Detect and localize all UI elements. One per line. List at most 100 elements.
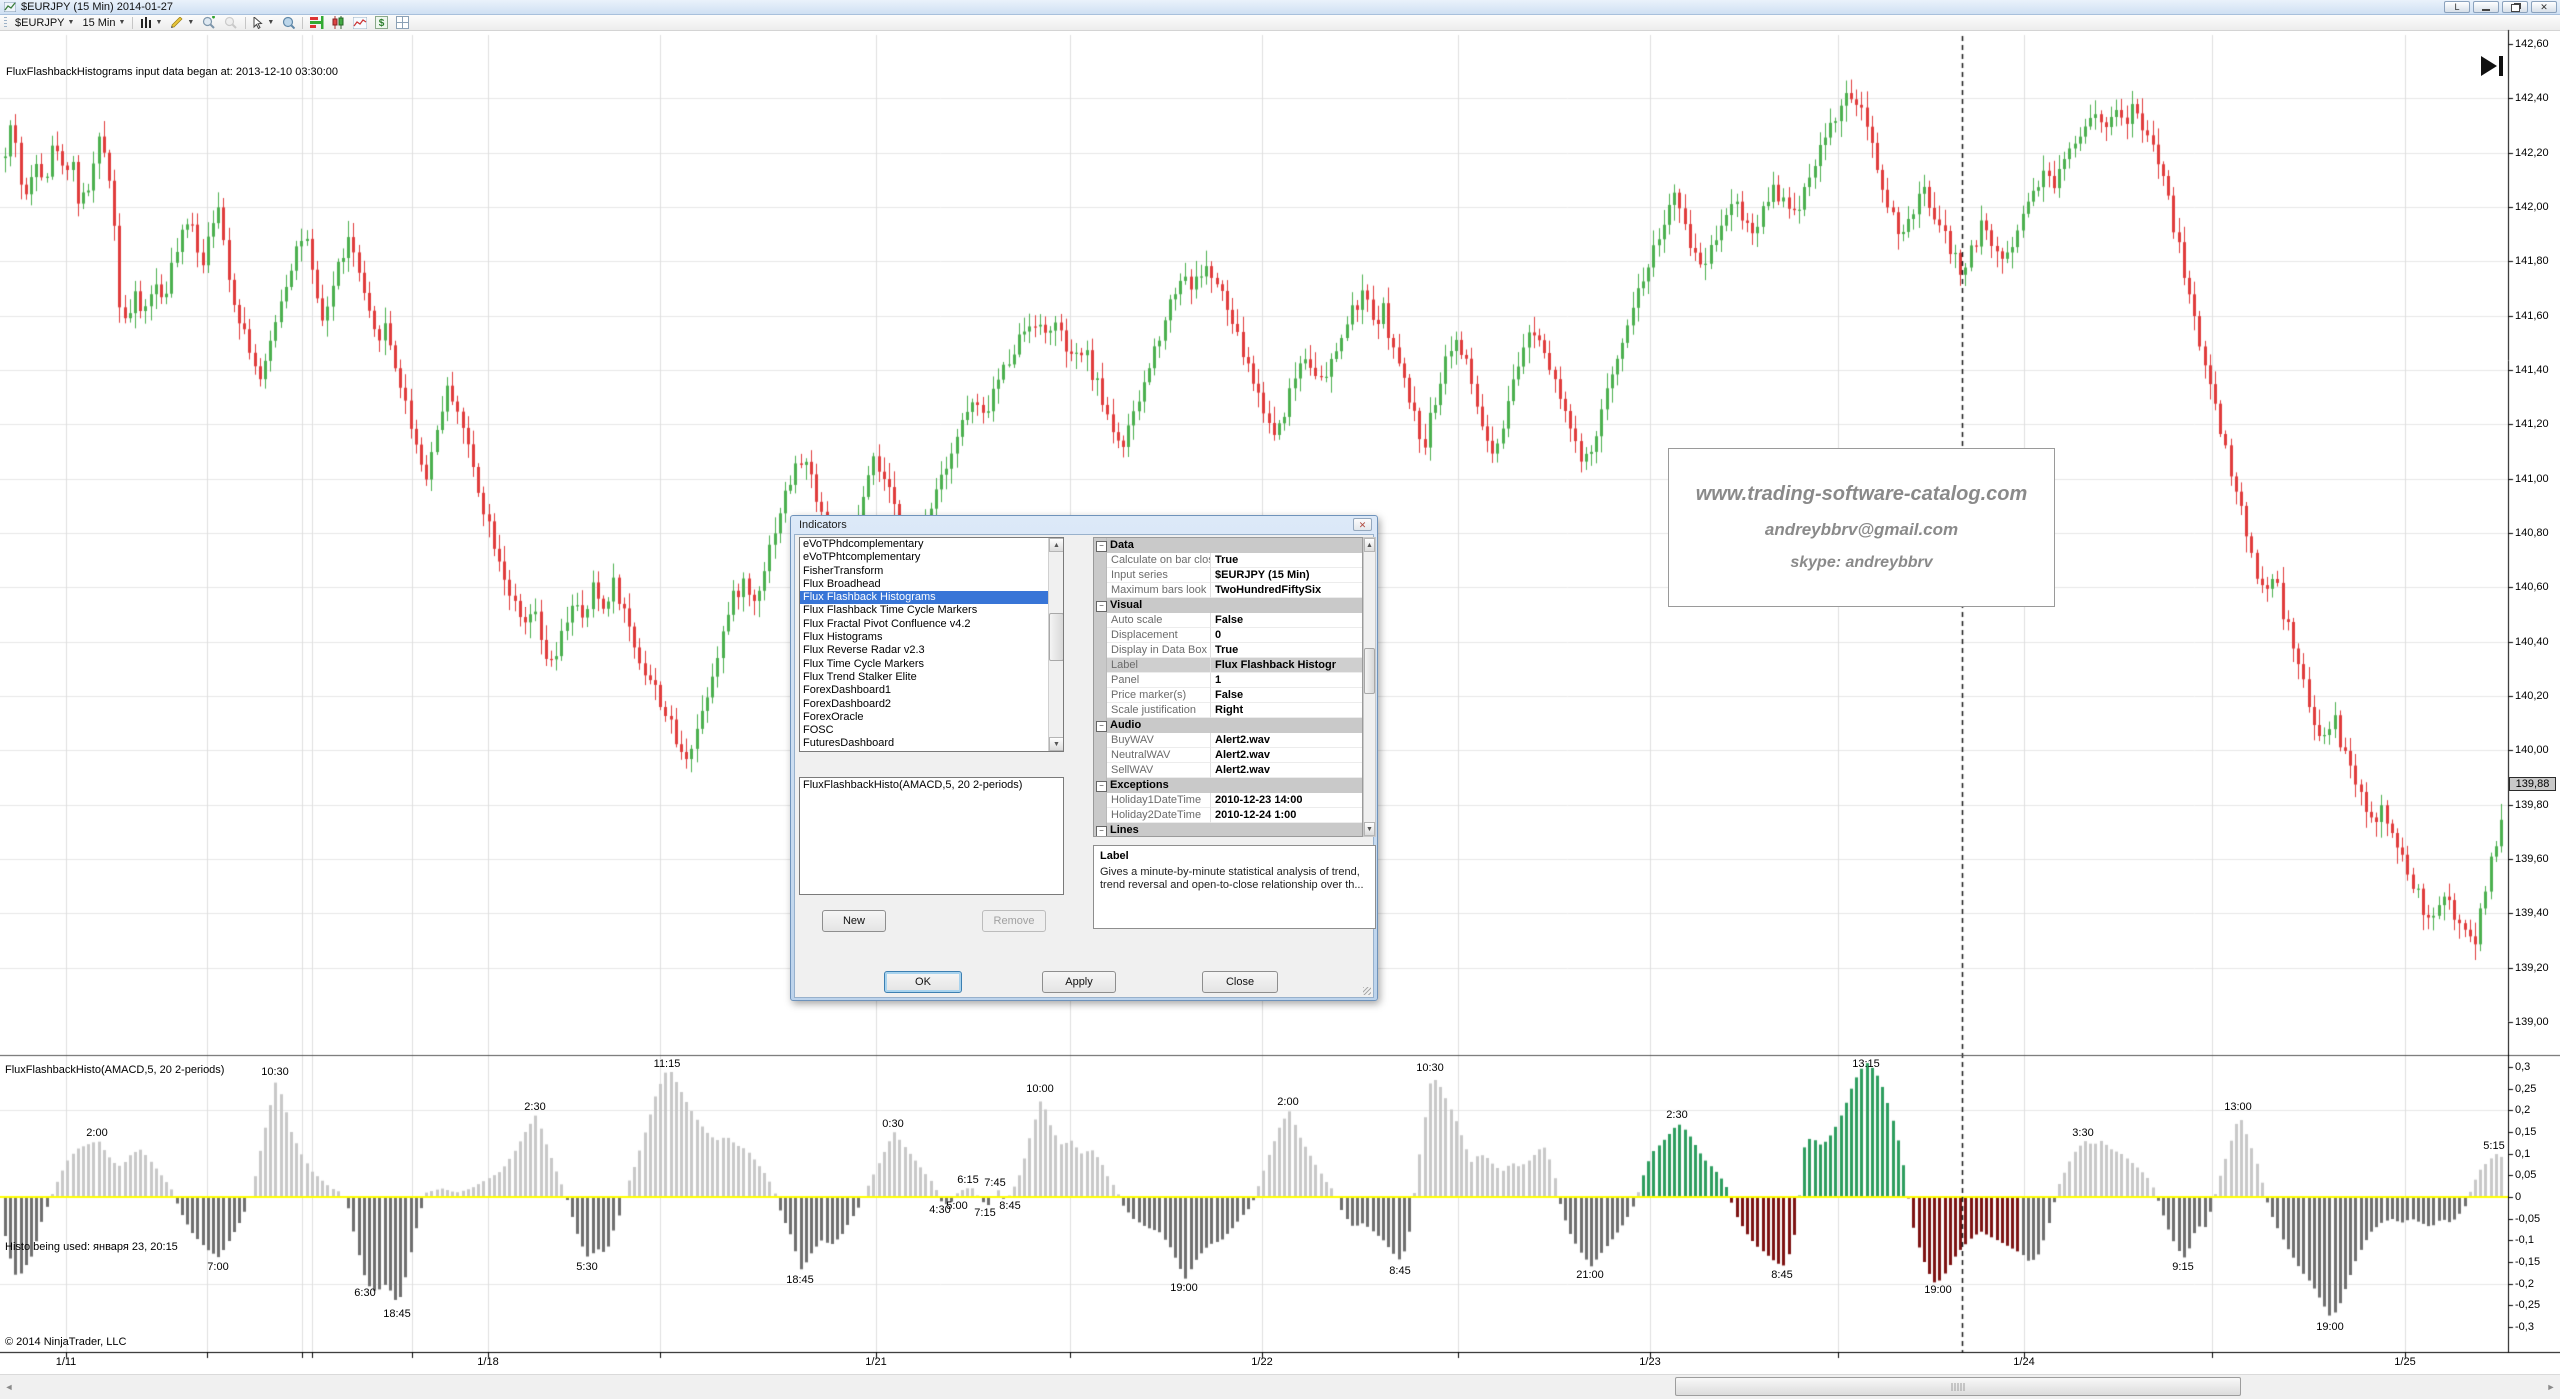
scroll-down-icon[interactable]: ▼ [1049, 737, 1064, 751]
histogram-time-label: 10:30 [1416, 1062, 1444, 1074]
time-axis-label: 1/23 [1639, 1356, 1660, 1368]
histogram-time-label: 2:00 [1277, 1096, 1298, 1108]
property-name: Panel [1107, 673, 1211, 688]
property-row[interactable]: SellWAVAlert2.wav [1094, 763, 1362, 778]
indicator-list-item[interactable]: FuturesDashboard [800, 737, 1050, 750]
time-axis-label: 1/25 [2394, 1356, 2415, 1368]
collapse-icon[interactable]: − [1096, 826, 1107, 837]
property-value[interactable]: Flux Flashback Histogr [1211, 658, 1362, 673]
collapse-icon[interactable]: − [1096, 541, 1107, 552]
property-value[interactable]: Right [1211, 703, 1362, 718]
time-axis-label: 1/21 [865, 1356, 886, 1368]
watermark-email: andreybbrv@gmail.com [1765, 520, 1958, 540]
property-value[interactable]: 2010-12-23 14:00 [1211, 793, 1362, 808]
property-group-header[interactable]: −Data [1094, 538, 1362, 553]
new-button[interactable]: New [822, 910, 886, 932]
scroll-up-icon[interactable]: ▲ [1364, 538, 1375, 552]
histogram-axis-label: 0 [2515, 1191, 2521, 1203]
dialog-title[interactable]: Indicators [794, 518, 1374, 533]
property-value[interactable]: Alert2.wav [1211, 763, 1362, 778]
histogram-time-label: 7:15 [974, 1207, 995, 1219]
property-value[interactable]: True [1211, 643, 1362, 658]
histogram-time-label: 2:00 [86, 1127, 107, 1139]
property-value[interactable]: 0 [1211, 628, 1362, 643]
scrollbar-thumb[interactable] [1675, 1377, 2241, 1396]
indicator-list-item[interactable]: Flux Fractal Pivot Confluence v4.2 [800, 618, 1050, 631]
collapse-icon[interactable]: − [1096, 721, 1107, 732]
property-row[interactable]: NeutralWAVAlert2.wav [1094, 748, 1362, 763]
property-value[interactable]: 2010-12-24 1:00 [1211, 808, 1362, 823]
indicator-list-item[interactable]: Flux Reverse Radar v2.3 [800, 644, 1050, 657]
scroll-left-arrow[interactable]: ◄ [2, 1379, 16, 1395]
apply-button[interactable]: Apply [1042, 971, 1116, 993]
grid-scrollbar-thumb[interactable] [1364, 648, 1375, 694]
indicator-list-item[interactable]: eVoTPhtcomplementary [800, 551, 1050, 564]
go-to-last-bar-icon[interactable] [2481, 56, 2508, 80]
property-value[interactable]: True [1211, 553, 1362, 568]
price-axis-label: 140,80 [2515, 527, 2549, 539]
property-row[interactable]: Calculate on bar closeTrue [1094, 553, 1362, 568]
property-group-header[interactable]: −Lines [1094, 823, 1362, 837]
list-scrollbar-thumb[interactable] [1049, 613, 1064, 661]
indicator-list-item[interactable]: Flux Time Cycle Markers [800, 658, 1050, 671]
histogram-time-label: 8:45 [1389, 1265, 1410, 1277]
property-row[interactable]: LabelFlux Flashback Histogr [1094, 658, 1362, 673]
configured-indicators-list[interactable]: FluxFlashbackHisto(AMACD,5, 20 2-periods… [799, 777, 1064, 895]
property-row[interactable]: Scale justificationRight [1094, 703, 1362, 718]
property-row[interactable]: Auto scaleFalse [1094, 613, 1362, 628]
histogram-axis-label: -0,25 [2515, 1299, 2540, 1311]
property-row[interactable]: Displacement0 [1094, 628, 1362, 643]
property-value[interactable]: TwoHundredFiftySix [1211, 583, 1362, 598]
collapse-icon[interactable]: − [1096, 781, 1107, 792]
property-value[interactable]: Alert2.wav [1211, 733, 1362, 748]
property-row[interactable]: Display in Data BoxTrue [1094, 643, 1362, 658]
collapse-icon[interactable]: − [1096, 601, 1107, 612]
horizontal-scrollbar[interactable]: ◄ ► [0, 1374, 2560, 1399]
indicator-list-item[interactable]: eVoTPhdcomplementary [800, 538, 1050, 551]
property-row[interactable]: Price marker(s)False [1094, 688, 1362, 703]
histogram-time-label: 9:15 [2172, 1261, 2193, 1273]
indicator-list-item[interactable]: Flux Flashback Histograms [800, 591, 1050, 604]
indicator-list-item[interactable]: Flux Flashback Time Cycle Markers [800, 604, 1050, 617]
time-axis-label: 1/24 [2013, 1356, 2034, 1368]
close-dialog-button[interactable]: Close [1202, 971, 1278, 993]
property-grid-scrollbar[interactable]: ▲ ▼ [1363, 537, 1376, 837]
indicator-list-item[interactable]: ForexDashboard1 [800, 684, 1050, 697]
property-row[interactable]: Holiday1DateTime2010-12-23 14:00 [1094, 793, 1362, 808]
property-value[interactable]: False [1211, 688, 1362, 703]
histogram-axis-label: 0,15 [2515, 1126, 2536, 1138]
property-group-header[interactable]: −Audio [1094, 718, 1362, 733]
indicator-list-item[interactable]: FOSC [800, 724, 1050, 737]
property-value[interactable]: Alert2.wav [1211, 748, 1362, 763]
histogram-time-label: 18:45 [383, 1308, 411, 1320]
property-value[interactable]: 1 [1211, 673, 1362, 688]
indicator-list-item[interactable]: Flux Broadhead [800, 578, 1050, 591]
property-value[interactable]: $EURJPY (15 Min) [1211, 568, 1362, 583]
scroll-up-icon[interactable]: ▲ [1049, 538, 1064, 552]
property-grid[interactable]: −DataCalculate on bar closeTrueInput ser… [1093, 537, 1363, 837]
scroll-down-icon[interactable]: ▼ [1364, 822, 1375, 836]
scroll-right-arrow[interactable]: ► [2544, 1379, 2558, 1395]
histogram-time-label: 10:00 [1026, 1083, 1054, 1095]
property-row[interactable]: Holiday2DateTime2010-12-24 1:00 [1094, 808, 1362, 823]
property-row[interactable]: Panel1 [1094, 673, 1362, 688]
indicator-list-item[interactable]: Flux Trend Stalker Elite [800, 671, 1050, 684]
histogram-time-label: 2:30 [524, 1101, 545, 1113]
remove-button[interactable]: Remove [982, 910, 1046, 932]
list-scrollbar[interactable]: ▲ ▼ [1048, 538, 1063, 751]
property-row[interactable]: Maximum bars look baTwoHundredFiftySix [1094, 583, 1362, 598]
ok-button[interactable]: OK [884, 971, 962, 993]
configured-indicator-item[interactable]: FluxFlashbackHisto(AMACD,5, 20 2-periods… [803, 779, 1060, 791]
indicator-list-item[interactable]: ForexOracle [800, 711, 1050, 724]
indicator-list-item[interactable]: FisherTransform [800, 565, 1050, 578]
resize-grip-icon[interactable] [1363, 987, 1371, 995]
property-row[interactable]: BuyWAVAlert2.wav [1094, 733, 1362, 748]
property-group-header[interactable]: −Visual [1094, 598, 1362, 613]
indicator-list[interactable]: ▲ ▼ eVoTPhdcomplementaryeVoTPhtcomplemen… [799, 537, 1064, 752]
property-group-header[interactable]: −Exceptions [1094, 778, 1362, 793]
indicator-list-item[interactable]: ForexDashboard2 [800, 698, 1050, 711]
property-row[interactable]: Input series$EURJPY (15 Min) [1094, 568, 1362, 583]
indicator-list-item[interactable]: Flux Histograms [800, 631, 1050, 644]
property-value[interactable]: False [1211, 613, 1362, 628]
dialog-close-icon[interactable]: ✕ [1353, 518, 1372, 531]
